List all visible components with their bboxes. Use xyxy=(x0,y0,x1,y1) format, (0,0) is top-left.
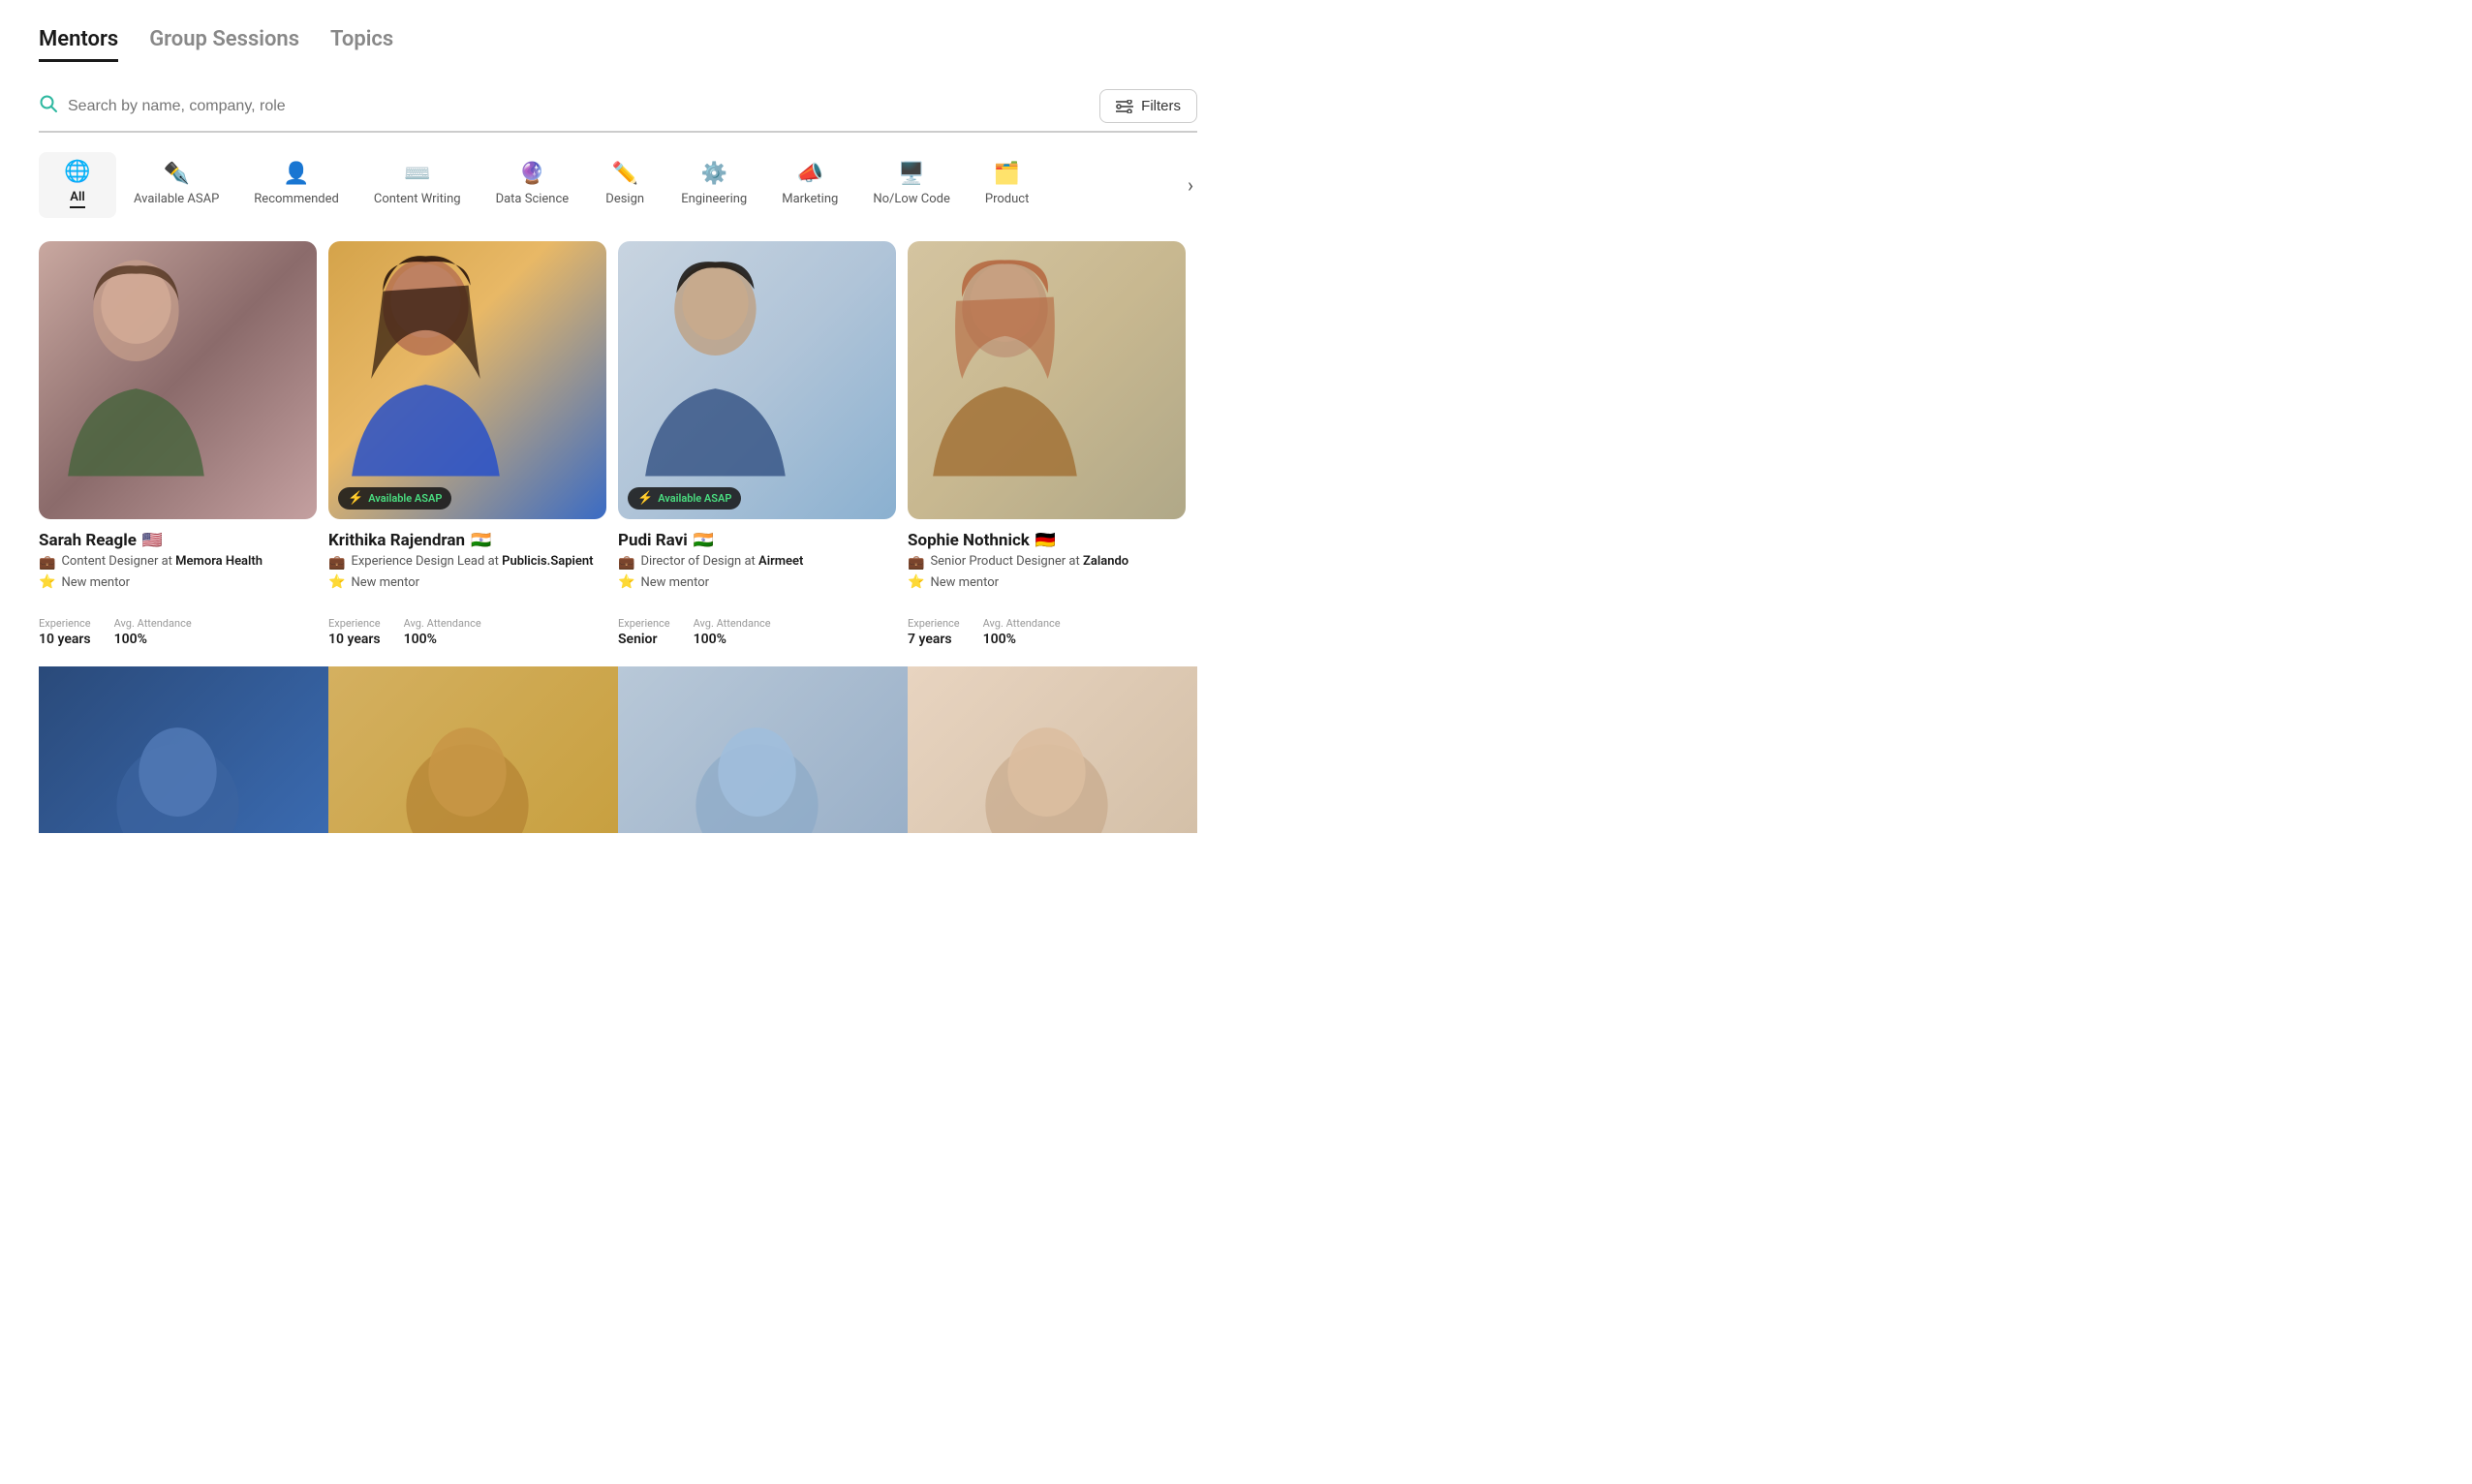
filters-button[interactable]: Filters xyxy=(1099,89,1197,123)
mentor-name-sophie: Sophie Nothnick 🇩🇪 xyxy=(908,531,1186,550)
attendance-sarah: Avg. Attendance 100% xyxy=(114,617,192,647)
engineering-icon: ⚙️ xyxy=(701,162,727,186)
experience-krithika: Experience 10 years xyxy=(328,617,381,647)
category-recommended[interactable]: 👤 Recommended xyxy=(236,154,356,216)
experience-sarah: Experience 10 years xyxy=(39,617,91,647)
attendance-pudi: Avg. Attendance 100% xyxy=(694,617,771,647)
mentor-role-sophie: 💼 Senior Product Designer at Zalando xyxy=(908,554,1186,571)
category-data-science[interactable]: 🔮 Data Science xyxy=(479,154,587,216)
search-icon xyxy=(39,94,58,118)
briefcase-icon-sophie: 💼 xyxy=(908,555,924,571)
category-marketing[interactable]: 📣 Marketing xyxy=(764,154,855,216)
mentor-stats-sarah: Experience 10 years Avg. Attendance 100% xyxy=(39,605,317,647)
briefcase-icon-pudi: 💼 xyxy=(618,555,634,571)
mentor-photo-sophie xyxy=(908,241,1186,519)
mentor-role-krithika: 💼 Experience Design Lead at Publicis.Sap… xyxy=(328,554,606,571)
mentor-name-pudi: Pudi Ravi 🇮🇳 xyxy=(618,531,896,550)
flag-pudi: 🇮🇳 xyxy=(694,531,714,550)
star-icon-pudi: ⭐ xyxy=(618,574,634,590)
experience-pudi: Experience Senior xyxy=(618,617,670,647)
mentor-info-krithika: Krithika Rajendran 🇮🇳 💼 Experience Desig… xyxy=(328,519,606,647)
briefcase-icon-krithika: 💼 xyxy=(328,555,345,571)
category-data-science-label: Data Science xyxy=(496,192,570,206)
mentor-name-sarah: Sarah Reagle 🇺🇸 xyxy=(39,531,317,550)
category-recommended-label: Recommended xyxy=(254,192,339,206)
star-icon-sarah: ⭐ xyxy=(39,574,55,590)
category-engineering-label: Engineering xyxy=(681,192,747,206)
category-no-low-code-label: No/Low Code xyxy=(873,192,950,206)
mentor-grid: Sarah Reagle 🇺🇸 💼 Content Designer at Me… xyxy=(0,218,1236,666)
search-input[interactable] xyxy=(68,98,1090,115)
available-badge-krithika: ⚡ Available ASAP xyxy=(338,487,451,510)
available-asap-icon: ✒️ xyxy=(163,162,189,186)
mentor-badge-sarah: ⭐ New mentor xyxy=(39,574,317,590)
experience-sophie: Experience 7 years xyxy=(908,617,960,647)
category-all-label: All xyxy=(70,190,84,208)
mentor-info-pudi: Pudi Ravi 🇮🇳 💼 Director of Design at Air… xyxy=(618,519,896,647)
category-design-label: Design xyxy=(605,192,644,206)
category-product[interactable]: 🗂️ Product xyxy=(968,154,1046,216)
mentor-role-sarah: 💼 Content Designer at Memora Health xyxy=(39,554,317,571)
mentor-stats-krithika: Experience 10 years Avg. Attendance 100% xyxy=(328,605,606,647)
mentor-photo-sarah xyxy=(39,241,317,519)
content-writing-icon: ⌨️ xyxy=(404,162,430,186)
mentor-name-krithika: Krithika Rajendran 🇮🇳 xyxy=(328,531,606,550)
category-available-asap-label: Available ASAP xyxy=(134,192,219,206)
recommended-icon: 👤 xyxy=(283,162,309,186)
category-marketing-label: Marketing xyxy=(782,192,838,206)
design-icon: ✏️ xyxy=(611,162,637,186)
search-section: Filters xyxy=(0,62,1236,133)
category-all[interactable]: 🌐 All xyxy=(39,152,116,218)
categories-next-icon[interactable]: › xyxy=(1184,170,1197,201)
all-icon: 🌐 xyxy=(64,160,90,184)
star-icon-krithika: ⭐ xyxy=(328,574,345,590)
briefcase-icon-sarah: 💼 xyxy=(39,555,55,571)
tab-group-sessions[interactable]: Group Sessions xyxy=(149,27,299,62)
mentor-card-krithika[interactable]: ⚡ Available ASAP Krithika Rajendran 🇮🇳 💼… xyxy=(328,241,618,666)
marketing-icon: 📣 xyxy=(797,162,823,186)
mentor-info-sarah: Sarah Reagle 🇺🇸 💼 Content Designer at Me… xyxy=(39,519,317,647)
flag-krithika: 🇮🇳 xyxy=(471,531,491,550)
mentor-card-pudi[interactable]: ⚡ Available ASAP Pudi Ravi 🇮🇳 💼 Director… xyxy=(618,241,908,666)
flag-sophie: 🇩🇪 xyxy=(1035,531,1056,550)
category-design[interactable]: ✏️ Design xyxy=(586,154,664,216)
no-low-code-icon: 🖥️ xyxy=(898,162,924,186)
mentor-card-sarah[interactable]: Sarah Reagle 🇺🇸 💼 Content Designer at Me… xyxy=(39,241,328,666)
category-content-writing-label: Content Writing xyxy=(374,192,461,206)
tab-mentors[interactable]: Mentors xyxy=(39,27,118,62)
category-content-writing[interactable]: ⌨️ Content Writing xyxy=(356,154,479,216)
available-badge-pudi: ⚡ Available ASAP xyxy=(628,487,741,510)
search-bar: Filters xyxy=(39,89,1197,133)
categories-bar: 🌐 All ✒️ Available ASAP 👤 Recommended ⌨️… xyxy=(0,133,1236,218)
star-icon-sophie: ⭐ xyxy=(908,574,924,590)
mentor-card-bottom-4[interactable] xyxy=(908,666,1197,833)
mentor-card-bottom-2[interactable] xyxy=(328,666,618,833)
top-navigation: Mentors Group Sessions Topics xyxy=(0,0,1236,62)
category-no-low-code[interactable]: 🖥️ No/Low Code xyxy=(855,154,968,216)
product-icon: 🗂️ xyxy=(994,162,1020,186)
mentor-grid-bottom xyxy=(0,666,1236,833)
flag-sarah: 🇺🇸 xyxy=(142,531,163,550)
mentor-card-sophie[interactable]: Sophie Nothnick 🇩🇪 💼 Senior Product Desi… xyxy=(908,241,1197,666)
mentor-card-bottom-1[interactable] xyxy=(39,666,328,833)
filters-label: Filters xyxy=(1141,98,1181,114)
mentor-badge-krithika: ⭐ New mentor xyxy=(328,574,606,590)
mentor-stats-pudi: Experience Senior Avg. Attendance 100% xyxy=(618,605,896,647)
attendance-sophie: Avg. Attendance 100% xyxy=(983,617,1061,647)
tab-topics[interactable]: Topics xyxy=(330,27,393,62)
mentor-card-bottom-3[interactable] xyxy=(618,666,908,833)
category-engineering[interactable]: ⚙️ Engineering xyxy=(664,154,764,216)
mentor-role-pudi: 💼 Director of Design at Airmeet xyxy=(618,554,896,571)
category-product-label: Product xyxy=(985,192,1029,206)
mentor-badge-pudi: ⭐ New mentor xyxy=(618,574,896,590)
data-science-icon: 🔮 xyxy=(519,162,545,186)
mentor-stats-sophie: Experience 7 years Avg. Attendance 100% xyxy=(908,605,1186,647)
mentor-badge-sophie: ⭐ New mentor xyxy=(908,574,1186,590)
mentor-photo-krithika: ⚡ Available ASAP xyxy=(328,241,606,519)
category-available-asap[interactable]: ✒️ Available ASAP xyxy=(116,154,236,216)
mentor-photo-pudi: ⚡ Available ASAP xyxy=(618,241,896,519)
attendance-krithika: Avg. Attendance 100% xyxy=(404,617,481,647)
mentor-info-sophie: Sophie Nothnick 🇩🇪 💼 Senior Product Desi… xyxy=(908,519,1186,647)
